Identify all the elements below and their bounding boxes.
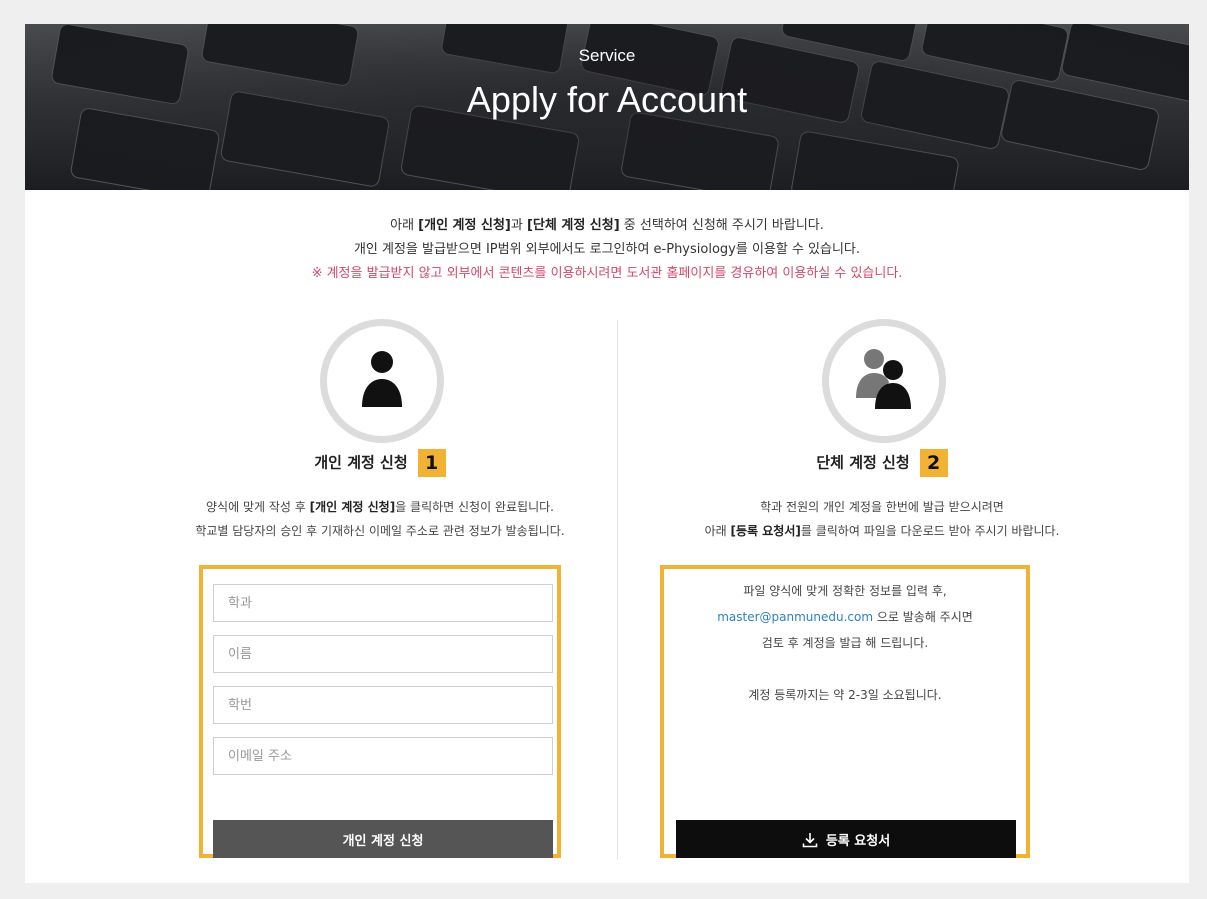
intro-warning: ※ 계정을 발급받지 않고 외부에서 콘텐츠를 이용하시려면 도서관 홈페이지를…	[311, 266, 903, 281]
department-input[interactable]	[213, 584, 553, 622]
intro-line-2: 개인 계정을 발급받으면 IP범위 외부에서도 로그인하여 e-Physiolo…	[353, 242, 861, 257]
contact-email-link[interactable]: master@panmunedu.com	[717, 610, 873, 624]
download-icon	[802, 832, 818, 847]
hero-banner: Service Apply for Account	[25, 24, 1189, 190]
step-number-badge: 2	[919, 449, 948, 477]
intro-text: 아래 [개인 계정 신청]과 [단체 계정 신청] 중 선택하여 신청해 주시기…	[25, 214, 1189, 286]
apply-individual-button[interactable]: 개인 계정 신청	[213, 820, 553, 858]
individual-heading: 개인 계정 신청 1	[150, 449, 610, 477]
intro-line-1: 아래 [개인 계정 신청]과 [단체 계정 신청] 중 선택하여 신청해 주시기…	[390, 218, 824, 233]
group-info-text: 파일 양식에 맞게 정확한 정보를 입력 후, master@panmunedu…	[717, 584, 973, 702]
group-description: 학과 전원의 개인 계정을 한번에 발급 받으시려면 아래 [등록 요청서]를 …	[704, 500, 1060, 538]
download-request-form-button[interactable]: 등록 요청서	[676, 820, 1016, 858]
person-icon-circle	[320, 319, 444, 443]
email-input[interactable]	[213, 737, 553, 775]
banner-subtitle: Service	[578, 46, 636, 65]
column-divider	[617, 320, 618, 860]
individual-description: 양식에 맞게 작성 후 [개인 계정 신청]을 클릭하면 신청이 완료됩니다. …	[195, 500, 565, 538]
group-icon-circle	[822, 319, 946, 443]
person-icon	[362, 351, 402, 407]
name-input[interactable]	[213, 635, 553, 673]
page-title: Apply for Account	[466, 79, 748, 120]
group-icon	[856, 349, 911, 409]
page-container: Service Apply for Account 아래 [개인 계정 신청]과…	[25, 24, 1189, 883]
step-number-badge: 1	[417, 449, 446, 477]
individual-form: 개인 계정 신청	[199, 565, 561, 858]
group-info-box: 파일 양식에 맞게 정확한 정보를 입력 후, master@panmunedu…	[660, 565, 1030, 858]
student-id-input[interactable]	[213, 686, 553, 724]
group-heading: 단체 계정 신청 2	[652, 449, 1112, 477]
